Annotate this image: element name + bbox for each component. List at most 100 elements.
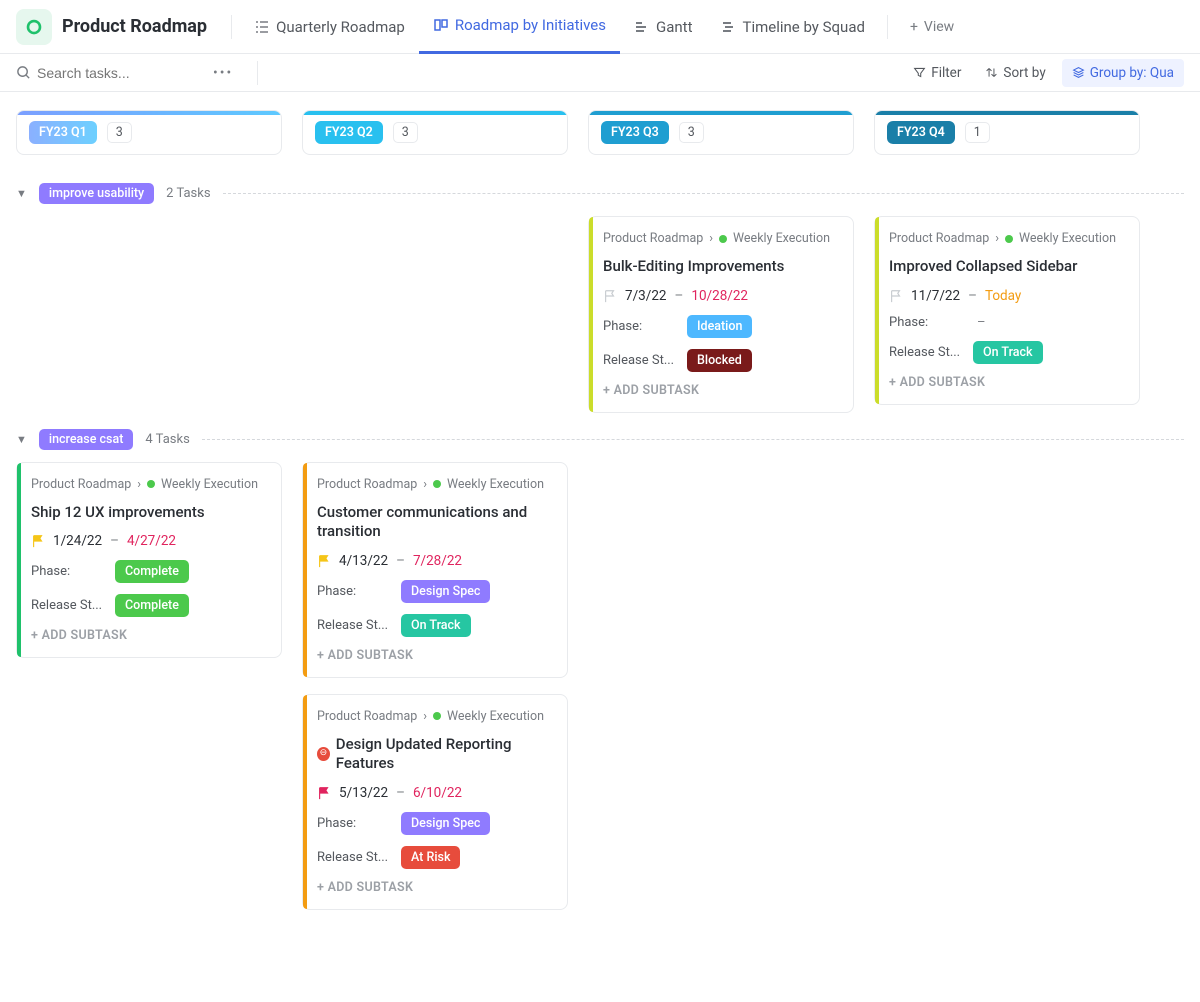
filter-button[interactable]: Filter xyxy=(905,61,969,85)
card-title: Customer communications and transition xyxy=(317,503,553,542)
filter-label: Filter xyxy=(931,65,961,81)
breadcrumb: Product Roadmap › Weekly Execution xyxy=(31,477,267,492)
card-title: ⊖Design Updated Reporting Features xyxy=(317,735,553,774)
breadcrumb: Product Roadmap › Weekly Execution xyxy=(603,231,839,246)
timeline-icon xyxy=(721,19,737,35)
sort-icon xyxy=(985,66,998,79)
group-pill: increase csat xyxy=(39,429,134,450)
breadcrumb: Product Roadmap › Weekly Execution xyxy=(317,709,553,724)
column-pill: FY23 Q4 xyxy=(887,121,955,144)
phase-badge: Design Spec xyxy=(401,580,490,603)
task-card[interactable]: Product Roadmap › Weekly Execution Ship 1… xyxy=(16,462,282,659)
column-pill: FY23 Q2 xyxy=(315,121,383,144)
phase-field: Phase:Design Spec xyxy=(317,812,553,835)
column-count: 1 xyxy=(965,122,990,143)
divider xyxy=(257,61,258,85)
card-title: Ship 12 UX improvements xyxy=(31,503,267,523)
column-header[interactable]: FY23 Q2 3 xyxy=(302,110,568,155)
column-header[interactable]: FY23 Q1 3 xyxy=(16,110,282,155)
tab-timeline-by-squad[interactable]: Timeline by Squad xyxy=(707,0,879,54)
release-field: Release St...On Track xyxy=(317,614,553,637)
release-badge: At Risk xyxy=(401,846,460,869)
sort-button[interactable]: Sort by xyxy=(977,61,1053,85)
phase-badge: Complete xyxy=(115,560,189,583)
group-by-button[interactable]: Group by: Qua xyxy=(1062,59,1184,87)
add-subtask-button[interactable]: + ADD SUBTASK xyxy=(31,628,267,643)
column-pill: FY23 Q1 xyxy=(29,121,97,144)
group-task-count: 4 Tasks xyxy=(145,432,189,447)
task-card[interactable]: Product Roadmap › Weekly Execution Custom… xyxy=(302,462,568,678)
breadcrumb: Product Roadmap › Weekly Execution xyxy=(317,477,553,492)
date-range: 7/3/22–10/28/22 xyxy=(603,288,839,304)
add-view-label: View xyxy=(924,19,954,35)
column-count: 3 xyxy=(393,122,418,143)
phase-field: Phase:Design Spec xyxy=(317,580,553,603)
layers-icon xyxy=(1072,66,1085,79)
tab-label: Roadmap by Initiatives xyxy=(455,16,606,34)
date-range: 11/7/22–Today xyxy=(889,288,1125,304)
flag-icon xyxy=(317,786,331,800)
flag-icon xyxy=(889,289,903,303)
group-task-count: 2 Tasks xyxy=(166,186,210,201)
column-count: 3 xyxy=(107,122,132,143)
column-pill: FY23 Q3 xyxy=(601,121,669,144)
gantt-icon xyxy=(634,19,650,35)
add-subtask-button[interactable]: + ADD SUBTASK xyxy=(317,880,553,895)
release-badge: Complete xyxy=(115,594,189,617)
add-subtask-button[interactable]: + ADD SUBTASK xyxy=(889,375,1125,390)
release-badge: Blocked xyxy=(687,349,752,372)
column-header[interactable]: FY23 Q4 1 xyxy=(874,110,1140,155)
release-field: Release St...At Risk xyxy=(317,846,553,869)
column-count: 3 xyxy=(679,122,704,143)
add-subtask-button[interactable]: + ADD SUBTASK xyxy=(317,648,553,663)
tab-label: Quarterly Roadmap xyxy=(276,18,405,36)
phase-badge: Ideation xyxy=(687,315,752,338)
add-subtask-button[interactable]: + ADD SUBTASK xyxy=(603,383,839,398)
phase-field: Phase:– xyxy=(889,315,1125,330)
divider xyxy=(887,15,888,39)
tab-label: Gantt xyxy=(656,18,692,36)
tab-roadmap-by-initiatives[interactable]: Roadmap by Initiatives xyxy=(419,0,620,54)
card-title: Improved Collapsed Sidebar xyxy=(889,257,1125,277)
chevron-down-icon[interactable]: ▼ xyxy=(16,433,27,446)
release-badge: On Track xyxy=(973,341,1043,364)
chevron-down-icon[interactable]: ▼ xyxy=(16,187,27,200)
sort-label: Sort by xyxy=(1003,65,1045,81)
plus-icon: + xyxy=(910,19,918,35)
card-title: Bulk-Editing Improvements xyxy=(603,257,839,277)
more-options-button[interactable]: ••• xyxy=(205,61,241,85)
column-header[interactable]: FY23 Q3 3 xyxy=(588,110,854,155)
board-icon xyxy=(433,17,449,33)
add-view-button[interactable]: + View xyxy=(896,19,968,35)
phase-badge: Design Spec xyxy=(401,812,490,835)
flag-icon xyxy=(317,554,331,568)
task-card[interactable]: Product Roadmap › Weekly Execution Improv… xyxy=(874,216,1140,405)
tab-label: Timeline by Squad xyxy=(743,18,865,36)
group-by-label: Group by: Qua xyxy=(1090,65,1174,81)
release-field: Release St...Blocked xyxy=(603,349,839,372)
group-header[interactable]: ▼ increase csat 4 Tasks xyxy=(16,429,1184,450)
tab-quarterly-roadmap[interactable]: Quarterly Roadmap xyxy=(240,0,419,54)
release-badge: On Track xyxy=(401,614,471,637)
search-icon xyxy=(16,65,31,80)
group-header[interactable]: ▼ improve usability 2 Tasks xyxy=(16,183,1184,204)
phase-field: Phase:Complete xyxy=(31,560,267,583)
app-logo[interactable] xyxy=(16,9,52,45)
release-field: Release St...On Track xyxy=(889,341,1125,364)
divider xyxy=(231,15,232,39)
search-input[interactable] xyxy=(37,65,197,81)
blocked-icon: ⊖ xyxy=(317,747,330,761)
tab-gantt[interactable]: Gantt xyxy=(620,0,706,54)
task-card[interactable]: Product Roadmap › Weekly Execution Bulk-E… xyxy=(588,216,854,413)
group-pill: improve usability xyxy=(39,183,154,204)
date-range: 4/13/22–7/28/22 xyxy=(317,553,553,569)
phase-field: Phase:Ideation xyxy=(603,315,839,338)
list-icon xyxy=(254,19,270,35)
task-card[interactable]: Product Roadmap › Weekly Execution⊖Desig… xyxy=(302,694,568,910)
filter-icon xyxy=(913,66,926,79)
circle-logo-icon xyxy=(25,18,43,36)
breadcrumb: Product Roadmap › Weekly Execution xyxy=(889,231,1125,246)
release-field: Release St...Complete xyxy=(31,594,267,617)
page-title: Product Roadmap xyxy=(62,16,207,37)
date-range: 5/13/22–6/10/22 xyxy=(317,785,553,801)
